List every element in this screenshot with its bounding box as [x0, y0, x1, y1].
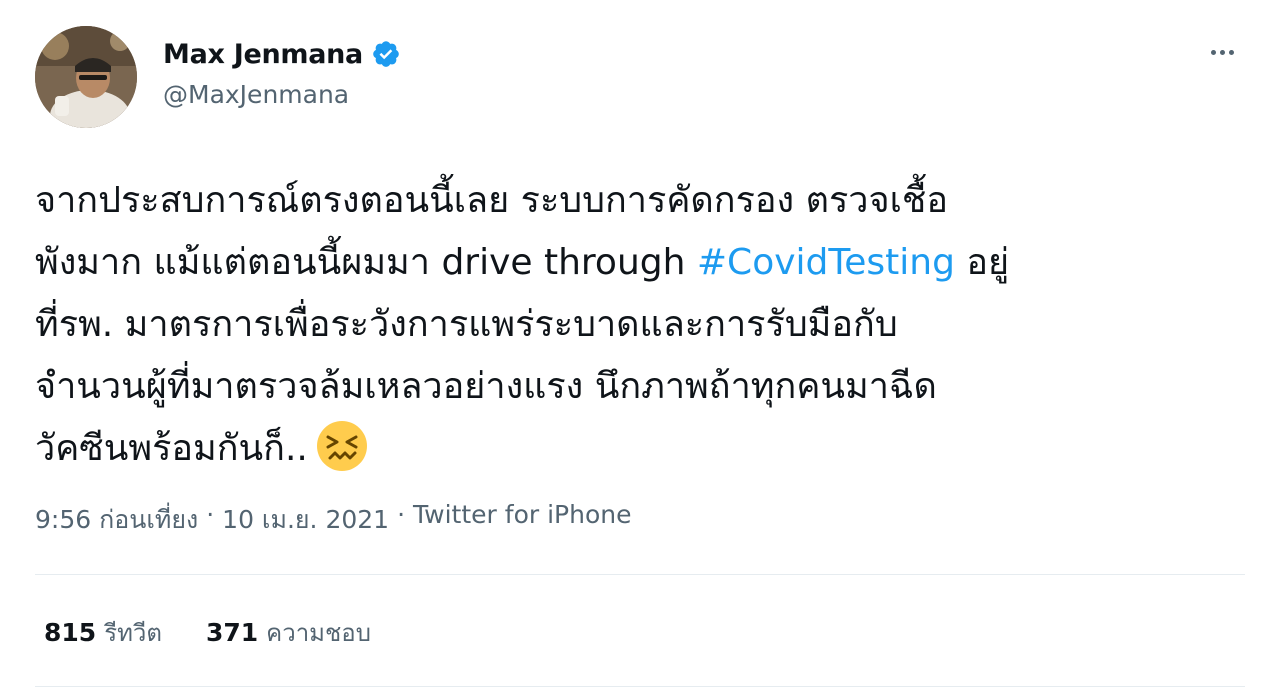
verified-badge-icon	[371, 39, 401, 69]
tweet-text-segment: จากประสบการณ์ตรงตอนนี้เลย ระบบการคัดกรอง…	[35, 180, 948, 221]
likes-stat[interactable]: 371 ความชอบ	[206, 613, 371, 652]
more-options-icon[interactable]	[1200, 36, 1244, 68]
tweet-text-segment: อยู่	[954, 242, 1010, 283]
tweet-text-segment: จำนวนผู้ที่มาตรวจล้มเหลวอย่างแรง นึกภาพถ…	[35, 366, 937, 407]
tweet-source-link[interactable]: Twitter for iPhone	[413, 500, 631, 540]
author-name-row[interactable]: Max Jenmana	[163, 36, 401, 72]
likes-count: 371	[205, 618, 259, 647]
retweets-stat[interactable]: 815 รีทวีต	[44, 613, 162, 652]
tweet-text-line: วัคซีนพร้อมกันก็..	[35, 418, 1245, 480]
tweet-text-line: จำนวนผู้ที่มาตรวจล้มเหลวอย่างแรง นึกภาพถ…	[35, 356, 1245, 418]
meta-separator: ·	[206, 500, 215, 529]
display-name[interactable]: Max Jenmana	[163, 39, 363, 70]
tweet-text-line: ที่รพ. มาตรการเพื่อระวังการแพร่ระบาดและก…	[35, 294, 1245, 356]
meta-separator: ·	[397, 500, 406, 529]
engagement-stats: 815 รีทวีต 371 ความชอบ	[44, 613, 371, 652]
tweet-date-link[interactable]: 10 เม.ย. 2021	[222, 500, 389, 540]
tweet-text-segment: พังมาก แม้แต่ตอนนี้ผมมา drive through	[35, 242, 697, 283]
tweet-text: จากประสบการณ์ตรงตอนนี้เลย ระบบการคัดกรอง…	[35, 170, 1245, 480]
likes-label: ความชอบ	[266, 619, 371, 647]
tweet-meta: 9:56 ก่อนเที่ยง · 10 เม.ย. 2021 · Twitte…	[35, 500, 631, 540]
avatar-photo	[35, 26, 137, 128]
divider	[35, 686, 1245, 687]
divider	[35, 574, 1245, 575]
retweets-label: รีทวีต	[104, 619, 162, 647]
tweet-text-segment: วัคซีนพร้อมกันก็..	[35, 428, 308, 469]
tweet-text-line: จากประสบการณ์ตรงตอนนี้เลย ระบบการคัดกรอง…	[35, 170, 1245, 232]
tweet-time-link[interactable]: 9:56 ก่อนเที่ยง	[35, 500, 198, 540]
avatar[interactable]	[35, 26, 137, 128]
retweets-count: 815	[44, 618, 97, 647]
confounded-face-emoji-icon	[316, 420, 368, 472]
tweet-text-line: พังมาก แม้แต่ตอนนี้ผมมา drive through #C…	[35, 232, 1245, 294]
tweet-text-segment: ที่รพ. มาตรการเพื่อระวังการแพร่ระบาดและก…	[35, 304, 898, 345]
author-handle[interactable]: @MaxJenmana	[163, 80, 349, 109]
hashtag-link[interactable]: #CovidTesting	[697, 242, 955, 283]
tweet-card: Max Jenmana @MaxJenmana จากประสบการณ์ตรง…	[0, 0, 1280, 694]
